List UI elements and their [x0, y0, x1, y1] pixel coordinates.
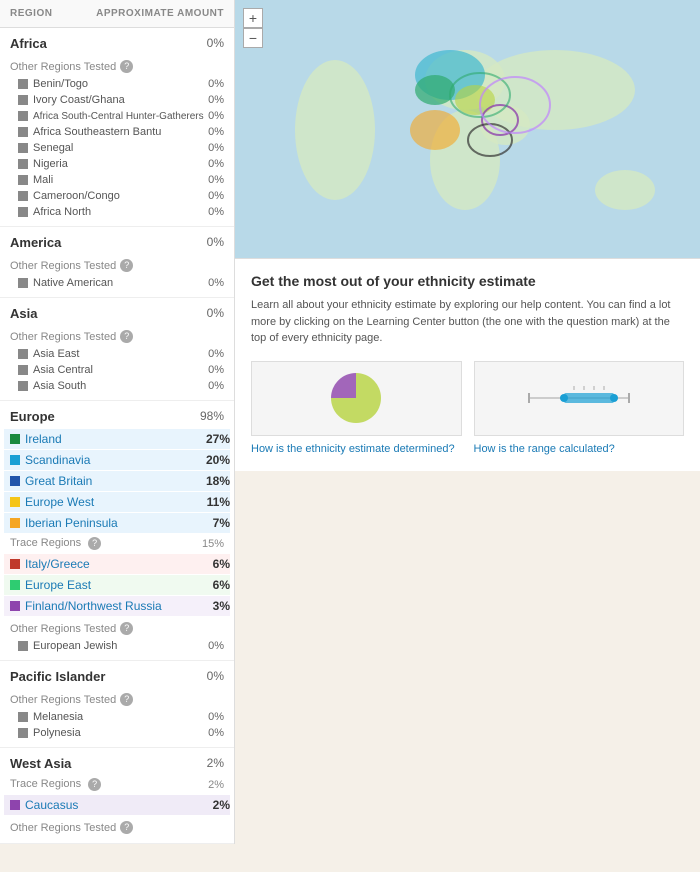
zoom-out-button[interactable]: − — [243, 28, 263, 48]
list-item: Africa South-Central Hunter-Gatherers 0% — [10, 108, 224, 124]
europe-west-link[interactable]: Europe West — [25, 495, 94, 509]
caucasus-link[interactable]: Caucasus — [25, 798, 78, 812]
finland-russia-row: Finland/Northwest Russia 3% — [4, 596, 230, 616]
amount-header: APPROXIMATE AMOUNT — [96, 8, 224, 19]
europe-pct: 98% — [200, 409, 224, 424]
africa-other-regions: Other Regions Tested ? — [10, 57, 224, 76]
great-britain-row: Great Britain 18% — [4, 471, 230, 491]
list-item: Nigeria 0% — [10, 156, 224, 172]
europe-east-link[interactable]: Europe East — [25, 578, 91, 592]
finland-russia-link[interactable]: Finland/Northwest Russia — [25, 599, 162, 613]
list-item: Asia South 0% — [10, 378, 224, 398]
iberian-row: Iberian Peninsula 7% — [4, 513, 230, 533]
africa-pct: 0% — [207, 36, 224, 51]
asia-pct: 0% — [207, 306, 224, 321]
america-title: America — [10, 235, 61, 250]
scandinavia-row: Scandinavia 20% — [4, 450, 230, 470]
europe-trace-info-icon[interactable]: ? — [88, 537, 101, 550]
list-item: Benin/Togo 0% — [10, 76, 224, 92]
zoom-in-button[interactable]: + — [243, 8, 263, 28]
europe-west-row: Europe West 11% — [4, 492, 230, 512]
america-pct: 0% — [207, 235, 224, 250]
great-britain-link[interactable]: Great Britain — [25, 474, 92, 488]
right-panel: + − — [235, 0, 700, 844]
pacific-other-regions: Other Regions Tested ? — [10, 690, 224, 709]
list-item: Africa North 0% — [10, 204, 224, 224]
info-cards: How is the ethnicity estimate determined… — [251, 361, 684, 457]
list-item: Mali 0% — [10, 172, 224, 188]
info-title: Get the most out of your ethnicity estim… — [251, 273, 684, 289]
list-item: Cameroon/Congo 0% — [10, 188, 224, 204]
west-asia-title: West Asia — [10, 756, 71, 771]
table-header: REGION APPROXIMATE AMOUNT — [0, 0, 234, 28]
europe-other-info-icon[interactable]: ? — [120, 622, 133, 635]
list-item: Melanesia 0% — [10, 709, 224, 725]
europe-title: Europe — [10, 409, 55, 424]
west-asia-other-info-icon[interactable]: ? — [120, 821, 133, 834]
range-card: How is the range calculated? — [474, 361, 685, 457]
iberian-link[interactable]: Iberian Peninsula — [25, 516, 118, 530]
asia-other-regions: Other Regions Tested ? — [10, 327, 224, 346]
ethnicity-card: How is the ethnicity estimate determined… — [251, 361, 462, 457]
range-chart-visual — [474, 361, 685, 436]
america-info-icon[interactable]: ? — [120, 259, 133, 272]
europe-other-regions: Other Regions Tested ? — [10, 619, 224, 638]
map-container: + − — [235, 0, 700, 258]
west-asia-trace-info-icon[interactable]: ? — [88, 778, 101, 791]
africa-group: Africa 0% Other Regions Tested ? Benin/T… — [0, 28, 234, 227]
pacific-islander-group: Pacific Islander 0% Other Regions Tested… — [0, 661, 234, 748]
america-group: America 0% Other Regions Tested ? Native… — [0, 227, 234, 298]
america-other-regions: Other Regions Tested ? — [10, 256, 224, 275]
list-item: Ivory Coast/Ghana 0% — [10, 92, 224, 108]
list-item: Asia East 0% — [10, 346, 224, 362]
west-asia-group: West Asia 2% Trace Regions ? 2% Caucasus… — [0, 748, 234, 844]
map-controls: + − — [243, 8, 263, 48]
region-header: REGION — [10, 8, 52, 19]
caucasus-row: Caucasus 2% — [4, 795, 230, 815]
info-panel: Get the most out of your ethnicity estim… — [235, 258, 700, 471]
west-asia-other-regions: Other Regions Tested ? — [10, 818, 224, 837]
africa-info-icon[interactable]: ? — [120, 60, 133, 73]
ethnicity-chart-visual — [251, 361, 462, 436]
list-item: Africa Southeastern Bantu 0% — [10, 124, 224, 140]
europe-trace: Trace Regions ? 15% — [0, 534, 234, 553]
info-text: Learn all about your ethnicity estimate … — [251, 297, 684, 347]
pacific-info-icon[interactable]: ? — [120, 693, 133, 706]
west-asia-trace: Trace Regions ? 2% — [0, 775, 234, 794]
pacific-islander-pct: 0% — [207, 669, 224, 684]
asia-info-icon[interactable]: ? — [120, 330, 133, 343]
ethnicity-card-link[interactable]: How is the ethnicity estimate determined… — [251, 442, 455, 457]
ireland-row: Ireland 27% — [4, 429, 230, 449]
asia-group: Asia 0% Other Regions Tested ? Asia East… — [0, 298, 234, 401]
range-card-link[interactable]: How is the range calculated? — [474, 442, 615, 457]
list-item: Asia Central 0% — [10, 362, 224, 378]
italy-greece-link[interactable]: Italy/Greece — [25, 557, 90, 571]
list-item: Senegal 0% — [10, 140, 224, 156]
europe-east-row: Europe East 6% — [4, 575, 230, 595]
italy-greece-row: Italy/Greece 6% — [4, 554, 230, 574]
left-panel: REGION APPROXIMATE AMOUNT Africa 0% Othe… — [0, 0, 235, 844]
list-item: European Jewish 0% — [10, 638, 224, 658]
asia-title: Asia — [10, 306, 37, 321]
list-item: Polynesia 0% — [10, 725, 224, 745]
world-map — [235, 0, 700, 258]
pacific-islander-title: Pacific Islander — [10, 669, 105, 684]
ireland-link[interactable]: Ireland — [25, 432, 62, 446]
west-asia-pct: 2% — [207, 756, 224, 771]
scandinavia-link[interactable]: Scandinavia — [25, 453, 90, 467]
europe-group: Europe 98% Ireland 27% Scandinavia 20% G… — [0, 401, 234, 661]
list-item: Native American 0% — [10, 275, 224, 295]
africa-title: Africa — [10, 36, 47, 51]
